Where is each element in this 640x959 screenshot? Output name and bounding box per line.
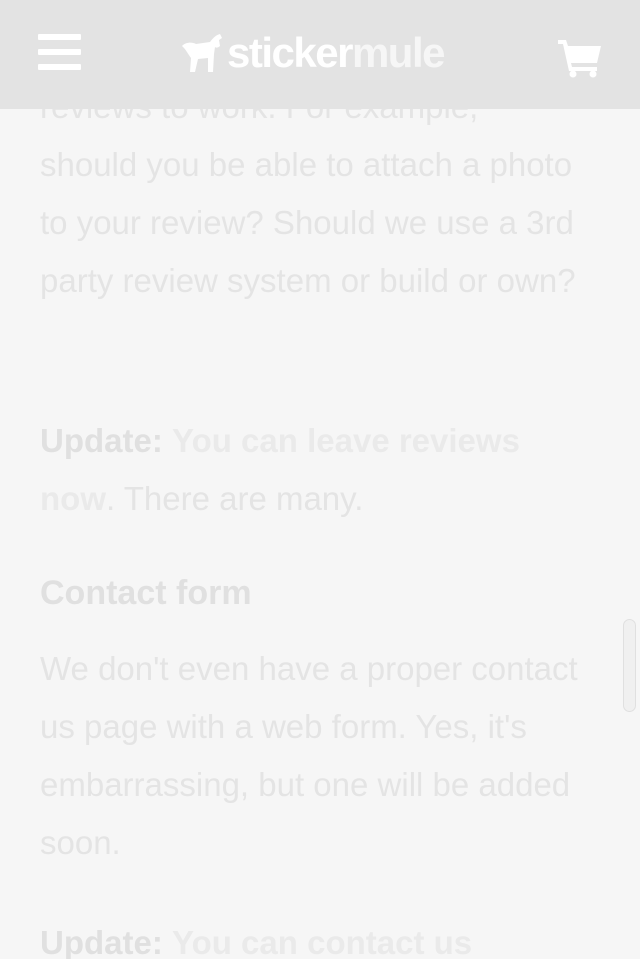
shopping-cart-icon[interactable]: [556, 36, 604, 78]
update-contact-paragraph: Update: You can contact us: [40, 914, 600, 959]
stickermule-logo[interactable]: stickermule: [180, 28, 446, 78]
contact-form-heading: Contact form: [40, 574, 252, 612]
update-label: Update:: [40, 422, 163, 459]
scrollbar-thumb[interactable]: [623, 619, 636, 712]
logo-text-sticker: sticker: [227, 29, 353, 76]
logo-text-mule: mule: [351, 29, 446, 76]
contact-us-link[interactable]: You can contact us: [172, 924, 472, 959]
contact-paragraph: We don't even have a proper contact us p…: [40, 650, 578, 861]
hamburger-menu-icon[interactable]: [38, 34, 82, 72]
update-label: Update:: [40, 924, 163, 959]
top-navigation-bar: stickermule: [0, 0, 640, 109]
mule-logo-icon: [182, 34, 222, 72]
page: stickermule reviews to work. For example…: [0, 0, 640, 959]
update-reviews-rest: . There are many.: [105, 480, 364, 517]
update-reviews-paragraph: Update: You can leave reviews now. There…: [40, 412, 600, 528]
review-paragraph: should you be able to attach a photo to …: [40, 146, 576, 299]
